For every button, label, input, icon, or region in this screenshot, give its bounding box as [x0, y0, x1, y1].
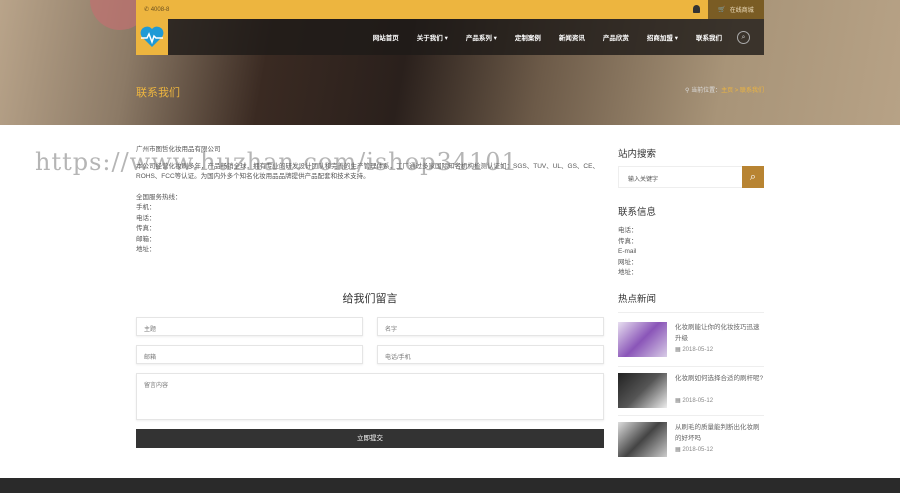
email-input[interactable]: 邮箱	[136, 345, 363, 364]
crumb-sep: >	[733, 88, 740, 94]
news-date: 2018-05-12	[682, 447, 714, 453]
fax-label: 传真：	[136, 225, 156, 232]
crumb-current[interactable]: 联系我们	[740, 88, 764, 94]
search-icon[interactable]: ⌕	[737, 31, 750, 44]
heart-pulse-icon	[140, 26, 164, 47]
news-title[interactable]: 化妆刷能让你的化妆技巧迅速升级	[675, 323, 764, 344]
news-item[interactable]: 化妆刷如何选择合适的刷杆呢? ▦ 2018-05-12	[618, 373, 764, 413]
watermark: https://www.huzhan.com/ishop34101	[35, 148, 518, 176]
cart-icon: 🛒	[718, 7, 726, 13]
nav-products[interactable]: 产品系列 ▾	[466, 32, 497, 42]
nav-home[interactable]: 网站首页	[373, 32, 399, 42]
form-title: 给我们留言	[342, 293, 398, 305]
main-nav: 网站首页 关于我们 ▾ 产品系列 ▾ 定制案例 新闻资讯 产品欣赏 招商加盟 ▾…	[136, 19, 764, 55]
breadcrumb: ⚲ 当前位置：主页 > 联系我们	[685, 85, 764, 94]
tel-label: 电话：	[136, 214, 156, 222]
search-button[interactable]: ⌕	[742, 166, 764, 188]
news-thumbnail[interactable]	[618, 373, 667, 408]
side-tel: 电话：	[618, 227, 638, 234]
nav-contact[interactable]: 联系我们	[696, 32, 722, 42]
nav-franchise[interactable]: 招商加盟 ▾	[647, 32, 678, 42]
nav-gallery[interactable]: 产品欣赏	[603, 32, 629, 42]
nav-cases[interactable]: 定制案例	[515, 32, 541, 42]
hot-news-title: 热点新闻	[618, 294, 657, 305]
news-item[interactable]: 化妆刷能让你的化妆技巧迅速升级 ▦ 2018-05-12	[618, 322, 764, 362]
phone-number: ✆ 4008-8	[144, 7, 170, 13]
crumb-prefix: 当前位置：	[691, 88, 722, 94]
nav-about[interactable]: 关于我们 ▾	[417, 32, 448, 42]
logo[interactable]	[136, 19, 168, 55]
message-textarea[interactable]: 留言内容	[136, 373, 604, 420]
news-title[interactable]: 化妆刷如何选择合适的刷杆呢?	[675, 374, 763, 385]
side-fax: 传真：	[618, 237, 638, 245]
nav-news[interactable]: 新闻资讯	[559, 32, 585, 42]
top-bar: ✆ 4008-8 🛒 在线商城	[136, 0, 764, 19]
phone-input[interactable]: 电话/手机	[377, 345, 604, 364]
user-icon[interactable]	[693, 5, 700, 13]
crumb-home[interactable]: 主页	[721, 88, 733, 94]
name-input[interactable]: 名字	[377, 317, 604, 336]
shop-label: 在线商城	[729, 8, 754, 14]
news-date: 2018-05-12	[682, 347, 714, 353]
side-address: 地址：	[618, 269, 638, 276]
online-shop-button[interactable]: 🛒 在线商城	[708, 0, 764, 19]
email-label: 邮箱：	[136, 235, 156, 243]
news-thumbnail[interactable]	[618, 422, 667, 457]
hotline-label: 全国服务热线：	[136, 193, 182, 201]
page-title: 联系我们	[136, 87, 180, 99]
submit-button[interactable]: 立即提交	[136, 429, 604, 448]
news-thumbnail[interactable]	[618, 322, 667, 357]
address-label: 地址：	[136, 246, 156, 253]
news-date: 2018-05-12	[682, 398, 714, 404]
search-title: 站内搜索	[618, 149, 657, 160]
footer	[0, 478, 900, 493]
phone-text: 4008-8	[150, 7, 170, 13]
news-title[interactable]: 从刷毛的质量能判断出化妆刷的好坏吗	[675, 423, 764, 444]
news-item[interactable]: 从刷毛的质量能判断出化妆刷的好坏吗 ▦ 2018-05-12	[618, 422, 764, 462]
subject-input[interactable]: 主题	[136, 317, 363, 336]
contact-title: 联系信息	[618, 207, 657, 218]
side-email: E-mail	[618, 248, 637, 255]
side-website: 网址：	[618, 258, 638, 266]
mobile-label: 手机：	[136, 204, 156, 211]
